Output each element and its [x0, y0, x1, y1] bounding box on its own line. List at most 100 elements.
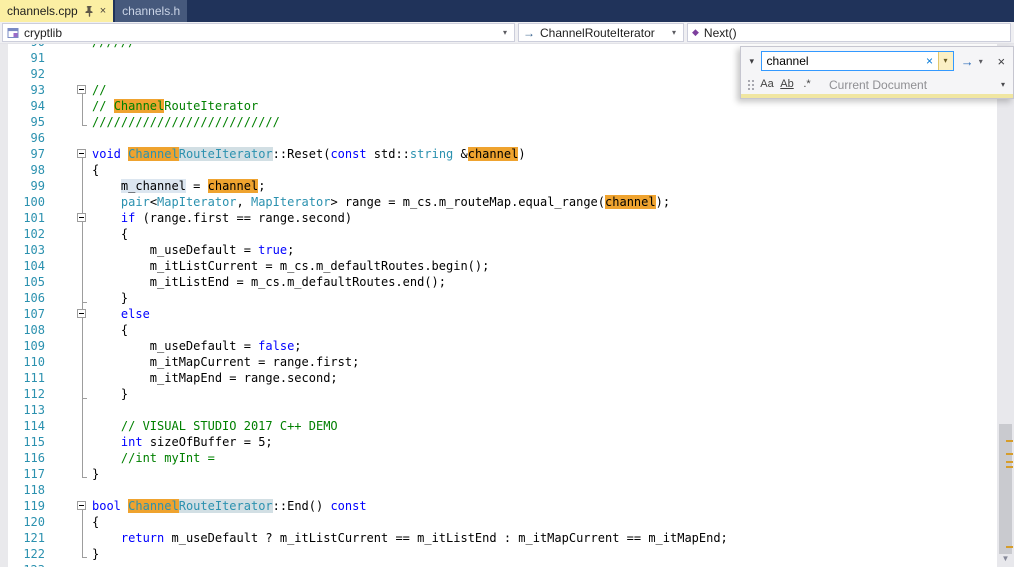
line-number: 101: [23, 211, 45, 225]
code-line-102[interactable]: 102 {: [0, 226, 997, 242]
tab-label: channels.cpp: [7, 4, 78, 18]
tab-label: channels.h: [122, 4, 181, 18]
line-number: 121: [23, 531, 45, 545]
code-text: }: [92, 467, 100, 481]
drag-grip-icon[interactable]: [748, 83, 750, 86]
code-line-116[interactable]: 116 //int myInt =: [0, 450, 997, 466]
vertical-scrollbar[interactable]: ▲ ▼: [997, 44, 1014, 567]
cpp-project-icon: [7, 27, 19, 39]
code-line-95[interactable]: 95 //////////////////////////: [0, 114, 997, 130]
project-dropdown[interactable]: cryptlib ▾: [2, 23, 515, 42]
tab-channels-cpp[interactable]: channels.cpp ×: [0, 0, 114, 22]
outline-margin: [46, 146, 92, 162]
type-dropdown[interactable]: → ChannelRouteIterator ▾: [518, 23, 684, 42]
code-line-108[interactable]: 108 {: [0, 322, 997, 338]
match-case-toggle[interactable]: Aa: [757, 76, 777, 93]
regex-toggle[interactable]: .*: [797, 76, 817, 93]
search-scope-dropdown[interactable]: Current Document ▾: [829, 78, 1009, 92]
code-line-114[interactable]: 114 // VISUAL STUDIO 2017 C++ DEMO: [0, 418, 997, 434]
search-history-dropdown-icon[interactable]: ▾: [937, 52, 953, 70]
code-line-120[interactable]: 120 {: [0, 514, 997, 530]
code-line-109[interactable]: 109 m_useDefault = false;: [0, 338, 997, 354]
code-line-115[interactable]: 115 int sizeOfBuffer = 5;: [0, 434, 997, 450]
outline-margin: [46, 354, 92, 370]
vs-editor-window: channels.cpp × channels.h cryptlib ▾ → C…: [0, 0, 1014, 567]
outline-margin: [46, 98, 92, 114]
code-line-104[interactable]: 104 m_itListCurrent = m_cs.m_defaultRout…: [0, 258, 997, 274]
code-text: m_useDefault = false;: [92, 339, 302, 353]
code-line-121[interactable]: 121 return m_useDefault ? m_itListCurren…: [0, 530, 997, 546]
outline-margin: [46, 386, 92, 402]
line-number: 93: [30, 83, 45, 97]
code-line-106[interactable]: 106 }: [0, 290, 997, 306]
code-line-105[interactable]: 105 m_itListEnd = m_cs.m_defaultRoutes.e…: [0, 274, 997, 290]
code-text: {: [92, 515, 100, 529]
whole-word-toggle[interactable]: Ab: [777, 76, 797, 93]
find-input[interactable]: [761, 53, 922, 69]
code-line-112[interactable]: 112 }: [0, 386, 997, 402]
outline-margin: [46, 194, 92, 210]
code-text: void ChannelRouteIterator::Reset(const s…: [92, 147, 526, 161]
code-editor[interactable]: 90//////919293//94// ChannelRouteIterato…: [0, 44, 1014, 567]
document-tab-bar: channels.cpp × channels.h: [0, 0, 1014, 22]
close-find-panel-icon[interactable]: ×: [994, 54, 1009, 69]
code-text: return m_useDefault ? m_itListCurrent ==…: [120, 531, 728, 545]
member-dropdown[interactable]: ◆ Next(): [687, 23, 1011, 42]
scrollbar-thumb[interactable]: [999, 424, 1012, 554]
code-line-117[interactable]: 117}: [0, 466, 997, 482]
line-number: 99: [30, 179, 45, 193]
project-name: cryptlib: [24, 25, 63, 40]
line-number: 114: [23, 419, 45, 433]
clear-search-icon[interactable]: ×: [922, 52, 938, 70]
code-line-110[interactable]: 110 m_itMapCurrent = range.first;: [0, 354, 997, 370]
code-line-103[interactable]: 103 m_useDefault = true;: [0, 242, 997, 258]
scrollbar-search-marker: [1006, 546, 1013, 548]
outline-margin: [46, 546, 92, 562]
fold-collapse-icon[interactable]: [77, 309, 86, 318]
chevron-down-icon[interactable]: ▾: [500, 28, 510, 37]
find-next-button[interactable]: →: [959, 54, 976, 69]
outline-margin: [46, 402, 92, 418]
scroll-down-icon[interactable]: ▼: [997, 550, 1014, 567]
line-number: 122: [23, 547, 45, 561]
pin-icon[interactable]: [85, 5, 94, 17]
chevron-down-icon[interactable]: ▾: [669, 28, 679, 37]
code-text: {: [92, 227, 129, 241]
code-text: //////////////////////////: [92, 115, 280, 129]
code-line-122[interactable]: 122}: [0, 546, 997, 562]
line-number: 118: [23, 483, 45, 497]
outline-margin: [46, 482, 92, 498]
code-line-97[interactable]: 97 void ChannelRouteIterator::Reset(const…: [0, 146, 997, 162]
code-text: int sizeOfBuffer = 5;: [120, 435, 273, 449]
code-line-119[interactable]: 119 bool ChannelRouteIterator::End() cons…: [0, 498, 997, 514]
code-line-98[interactable]: 98 {: [0, 162, 997, 178]
code-line-96[interactable]: 96: [0, 130, 997, 146]
fold-collapse-icon[interactable]: [77, 85, 86, 94]
fold-collapse-icon[interactable]: [77, 501, 86, 510]
code-line-100[interactable]: 100 pair<MapIterator, MapIterator> range…: [0, 194, 997, 210]
code-line-113[interactable]: 113: [0, 402, 997, 418]
outline-margin: [46, 322, 92, 338]
code-text: pair<MapIterator, MapIterator> range = m…: [120, 195, 671, 209]
find-row-options: Aa Ab .* Current Document ▾: [741, 75, 1013, 94]
fold-collapse-icon[interactable]: [77, 149, 86, 158]
code-line-118[interactable]: 118: [0, 482, 997, 498]
line-number: 106: [23, 291, 45, 305]
code-line-107[interactable]: 107 else: [0, 306, 997, 322]
code-line-101[interactable]: 101 if (range.first == range.second): [0, 210, 997, 226]
code-text: else: [120, 307, 150, 321]
close-tab-icon[interactable]: ×: [100, 0, 106, 22]
tab-channels-h[interactable]: channels.h: [115, 0, 188, 22]
find-row-search: ▾ × ▾ → ▾ ×: [741, 47, 1013, 75]
find-next-options-icon[interactable]: ▾: [976, 57, 986, 66]
code-line-94[interactable]: 94 // ChannelRouteIterator: [0, 98, 997, 114]
line-number: 104: [23, 259, 45, 273]
code-line-111[interactable]: 111 m_itMapEnd = range.second;: [0, 370, 997, 386]
code-line-123[interactable]: 123: [0, 562, 997, 567]
fold-collapse-icon[interactable]: [77, 213, 86, 222]
code-text: // ChannelRouteIterator: [92, 99, 259, 113]
code-text: {: [92, 163, 100, 177]
expand-replace-toggle-icon[interactable]: ▾: [745, 56, 759, 67]
member-name: Next(): [703, 25, 737, 40]
code-line-99[interactable]: 99 m_channel = channel;: [0, 178, 997, 194]
